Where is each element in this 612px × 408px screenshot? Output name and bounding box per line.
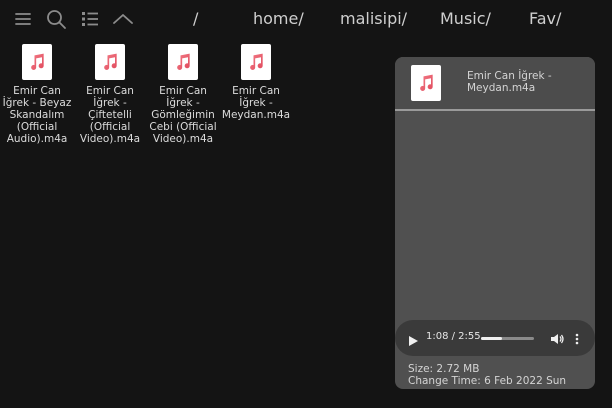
list-view-icon[interactable] [79,8,101,30]
music-note-icon [22,44,52,80]
file-info: Size: 2.72 MB Change Time: 6 Feb 2022 Su… [408,363,566,387]
volume-icon[interactable] [550,331,564,345]
breadcrumb-fav[interactable]: Fav/ [529,9,561,28]
chevron-up-icon[interactable] [112,8,134,30]
file-name: Emir Can İğrek - Gömleğimin Cebi (Offici… [149,85,217,145]
preview-header: Emir Can İğrek - Meydan.m4a [395,57,595,111]
audio-player: 1:08 / 2:55 [395,320,595,356]
toolbar: / home/ malisipi/ Music/ Fav/ [0,0,612,38]
preview-title: Emir Can İğrek - Meydan.m4a [467,70,552,94]
file-name: Emir Can İğrek - Meydan.m4a [221,85,291,121]
file-name: Emir Can İğrek - Çiftetelli (Official Vi… [79,85,141,145]
file-item[interactable]: Emir Can İğrek - Çiftetelli (Official Vi… [75,44,145,145]
file-grid: Emir Can İğrek - Beyaz Skandalım (Offici… [2,44,302,184]
play-icon[interactable] [407,332,419,346]
seek-progress [481,337,502,340]
file-name: Emir Can İğrek - Beyaz Skandalım (Offici… [2,85,72,145]
breadcrumb-home[interactable]: home/ [253,9,304,28]
menu-icon[interactable] [12,8,34,30]
file-item[interactable]: Emir Can İğrek - Meydan.m4a [221,44,291,121]
music-note-icon [95,44,125,80]
preview-panel: Emir Can İğrek - Meydan.m4a 1:08 / 2:55 … [395,57,595,389]
music-note-icon [411,65,441,101]
breadcrumb-music[interactable]: Music/ [440,9,491,28]
file-item[interactable]: Emir Can İğrek - Beyaz Skandalım (Offici… [2,44,72,145]
more-options-icon[interactable] [573,331,581,345]
music-note-icon [168,44,198,80]
breadcrumb-malisipi[interactable]: malisipi/ [340,9,407,28]
file-manager-window: / home/ malisipi/ Music/ Fav/ Emir Can İ… [0,0,612,408]
file-item[interactable]: Emir Can İğrek - Gömleğimin Cebi (Offici… [148,44,218,145]
seek-slider[interactable] [481,337,534,340]
search-icon[interactable] [45,8,67,30]
breadcrumb-root[interactable]: / [193,9,198,28]
file-size: Size: 2.72 MB [408,363,480,375]
music-note-icon [241,44,271,80]
playback-time: 1:08 / 2:55 [426,331,481,342]
file-change-time: Change Time: 6 Feb 2022 Sun [408,375,567,387]
